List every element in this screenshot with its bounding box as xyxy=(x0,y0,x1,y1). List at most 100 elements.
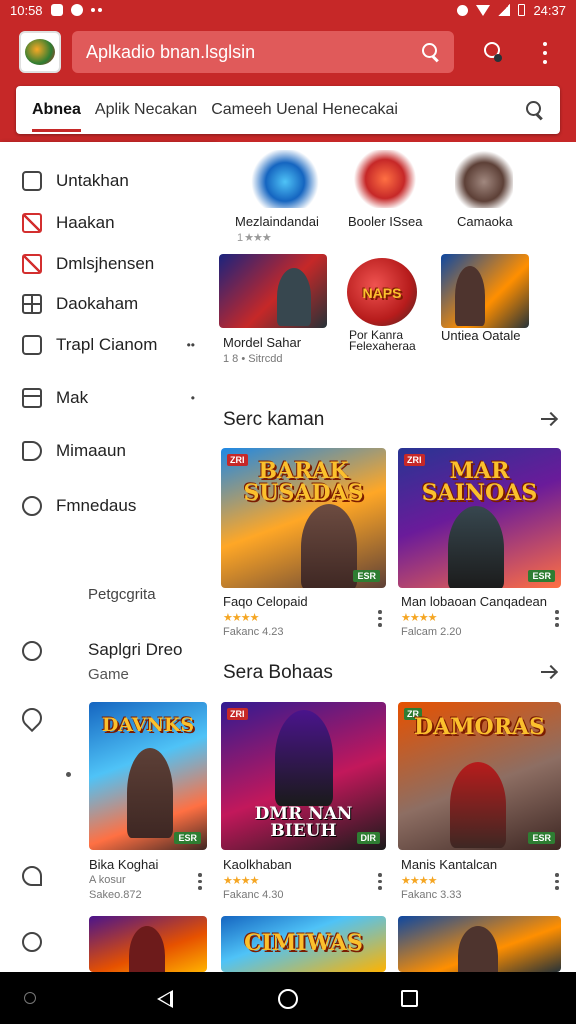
arrow-right-icon[interactable] xyxy=(541,665,557,679)
game-card-art-1b[interactable]: ZRI MAR SAINOAS ESR xyxy=(398,448,561,588)
recents-icon[interactable] xyxy=(401,990,418,1007)
side-card-art-2[interactable] xyxy=(89,916,207,972)
game-title-top-0[interactable]: Mezlaindandai xyxy=(235,214,319,229)
featured-title[interactable]: Saplgri Dreo xyxy=(88,640,183,660)
star-rating: ★★★★ xyxy=(223,612,259,624)
star-rating: ★★★★ xyxy=(401,612,437,624)
side-card-line2: Sakeo.872 xyxy=(89,889,142,901)
game-icon-mid-1[interactable]: NAPS xyxy=(347,258,417,326)
tab-search-icon[interactable] xyxy=(526,101,544,119)
game-card-art-3a[interactable]: CIMIWAS xyxy=(221,916,386,972)
featured-subtitle: Game xyxy=(88,666,129,683)
game-card-art-2a[interactable]: ZRI DMR NAN BIEUH DIR xyxy=(221,702,386,850)
tab-apps[interactable]: Aplik Necakan xyxy=(95,101,197,119)
chat-icon[interactable] xyxy=(17,703,47,733)
game-title[interactable]: Kaolkhaban xyxy=(223,857,292,872)
star-rating: ★★★★ xyxy=(401,875,437,887)
sidebar-item-3[interactable]: Daokaham xyxy=(0,286,215,322)
search-text: Aplkadio bnan.lsglsin xyxy=(86,41,256,62)
game-sub: Fakanc 4.30 xyxy=(223,889,284,901)
game-title[interactable]: Man lobaoan Canqadean xyxy=(401,594,547,609)
sidebar-item-0[interactable]: Untakhan xyxy=(0,163,215,199)
search-icon[interactable] xyxy=(422,43,440,61)
more-vert-icon[interactable] xyxy=(378,873,382,891)
tab-home[interactable]: Abnea xyxy=(32,101,81,132)
more-notifications-icon xyxy=(90,8,103,12)
grid-icon xyxy=(22,294,42,314)
rating-badge: ESR xyxy=(353,570,380,582)
sidebar-item-extra: • xyxy=(190,391,195,405)
art-title: MAR SAINOAS xyxy=(421,458,538,506)
mid-art-title: NAPS xyxy=(362,285,402,301)
game-card-art-1a[interactable]: ZRI BARAK SUSADAS ESR xyxy=(221,448,386,588)
game-title-mid-2[interactable]: Untiea Oatale xyxy=(441,328,521,343)
hero-figure xyxy=(450,762,506,848)
more-vert-icon[interactable] xyxy=(378,610,382,628)
game-sub: Fakanc 3.33 xyxy=(401,889,462,901)
side-card-line1: A kosur xyxy=(89,874,126,886)
pin-icon[interactable] xyxy=(22,641,42,661)
sidebar-item-7[interactable]: Fmnedaus xyxy=(0,488,215,524)
section-title-2[interactable]: Sera Bohaas xyxy=(223,662,333,684)
side-card-art[interactable]: DAVNKS ESR xyxy=(89,702,207,850)
status-time: 10:58 xyxy=(10,2,43,18)
game-sub-mid-0: 1 8 • Sitrcdd xyxy=(223,353,283,365)
history-icon[interactable] xyxy=(22,932,42,952)
hero-figure xyxy=(458,926,498,972)
sidebar-item-label: Untakhan xyxy=(56,171,129,190)
section-title-1[interactable]: Serc kaman xyxy=(223,409,324,431)
hero-figure xyxy=(127,748,173,838)
sidebar-item-6[interactable]: Mimaaun xyxy=(0,433,215,469)
sidebar-item-2[interactable]: Dmlsjhensen xyxy=(0,246,215,282)
game-icon-top-0[interactable] xyxy=(249,150,321,208)
signal-icon xyxy=(498,4,511,16)
assistant-icon[interactable] xyxy=(24,992,36,1004)
game-title-top-2[interactable]: Camaoka xyxy=(457,214,513,229)
game-title-mid-0[interactable]: Mordel Sahar xyxy=(223,335,301,350)
red-square-icon xyxy=(22,213,42,233)
message-icon[interactable] xyxy=(22,866,42,886)
sidebar-item-1[interactable]: Haakan xyxy=(0,205,215,241)
game-title[interactable]: Manis Kantalcan xyxy=(401,857,497,872)
game-title[interactable]: Faqo Celopaid xyxy=(223,594,308,609)
game-card-art-3b[interactable] xyxy=(398,916,561,972)
navigation-drawer: Untakhan Haakan Dmlsjhensen Daokaham Tra… xyxy=(0,142,215,972)
more-vert-icon[interactable] xyxy=(555,873,559,891)
red-box-icon xyxy=(22,254,42,274)
search-bar[interactable]: Aplkadio bnan.lsglsin xyxy=(72,31,454,73)
sidebar-item-label: Mak xyxy=(56,388,89,407)
home-icon[interactable] xyxy=(278,989,298,1009)
arrow-right-icon[interactable] xyxy=(541,412,557,426)
more-vert-icon[interactable] xyxy=(555,610,559,628)
game-title-mid-1[interactable]: Por Kanra Felexaheraa xyxy=(349,329,429,352)
game-icon-top-2[interactable] xyxy=(455,150,513,208)
sidebar-item-label: Fmnedaus xyxy=(56,496,137,515)
back-icon[interactable] xyxy=(157,990,173,1008)
art-title: BARAK SUSADAS xyxy=(243,458,364,506)
rating-badge: ESR xyxy=(528,570,555,582)
app-notification-icon xyxy=(70,4,83,16)
sidebar-item-5[interactable]: Mak • xyxy=(0,380,215,416)
tab-bar: Abnea Aplik Necakan Cameeh Uenal Henecak… xyxy=(16,86,560,134)
sidebar-item-extra: •• xyxy=(186,338,195,352)
art-title: DAMORAS xyxy=(414,714,545,740)
game-icon-mid-0[interactable] xyxy=(219,254,327,328)
rating-badge: DIR xyxy=(356,832,380,844)
game-card-art-2b[interactable]: ZR DAMORAS ESR xyxy=(398,702,561,850)
shield-icon xyxy=(22,441,42,461)
more-vert-icon[interactable] xyxy=(198,873,202,891)
sidebar-item-4[interactable]: Trapl Cianom •• xyxy=(0,327,215,363)
side-card-title[interactable]: Bika Koghai xyxy=(89,857,158,872)
app-logo[interactable] xyxy=(19,31,61,73)
account-icon[interactable] xyxy=(482,42,502,62)
clock-icon xyxy=(22,496,42,516)
game-icon-mid-2[interactable] xyxy=(441,254,529,328)
game-icon-top-1[interactable] xyxy=(353,150,417,208)
more-vert-icon[interactable] xyxy=(538,42,552,64)
tab-games[interactable]: Cameeh Uenal Henecakai xyxy=(211,101,398,119)
app-root: 10:58 24:37 Aplkadio bnan.lsglsin Abnea … xyxy=(0,0,576,1024)
status-bar: 10:58 24:37 xyxy=(0,0,576,20)
app-header: Aplkadio bnan.lsglsin Abnea Aplik Necaka… xyxy=(0,20,576,142)
game-title-top-1[interactable]: Booler ISsea xyxy=(348,214,422,229)
hero-figure xyxy=(275,710,333,806)
